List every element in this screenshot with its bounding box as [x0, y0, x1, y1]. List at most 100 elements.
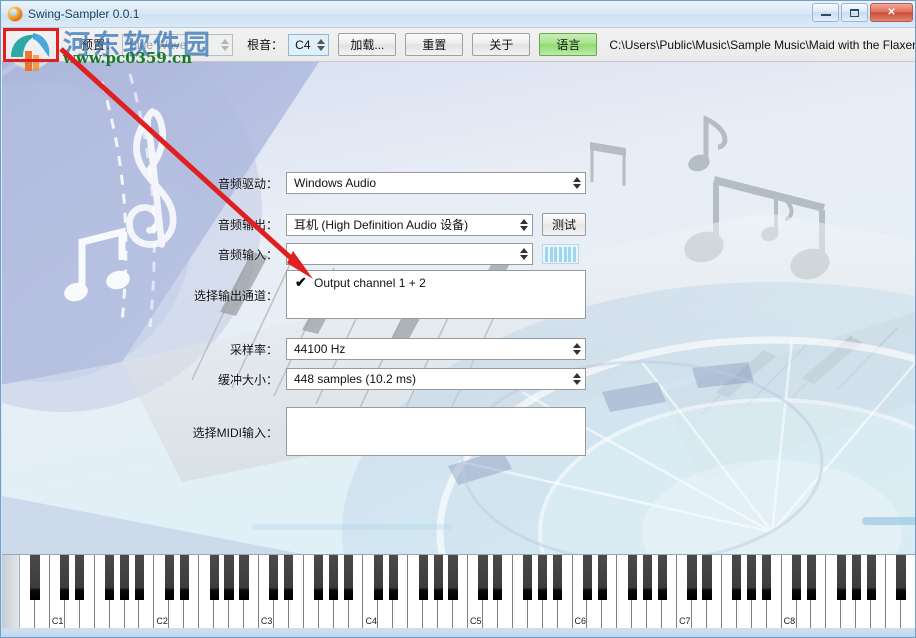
piano-keyboard[interactable]: C1 C2 C3 C4 C5 C6 C7 C8 — [2, 554, 915, 628]
midi-input-value — [287, 408, 585, 413]
maximize-button[interactable] — [841, 3, 868, 22]
piano-black-key[interactable] — [433, 555, 443, 600]
piano-black-key[interactable] — [478, 555, 488, 600]
piano-black-key[interactable] — [702, 555, 712, 600]
piano-black-key[interactable] — [552, 555, 563, 600]
root-note-select[interactable]: C4 — [288, 33, 330, 56]
piano-black-key[interactable] — [597, 555, 608, 600]
checkbox-checked-icon[interactable] — [295, 274, 308, 291]
piano-black-key[interactable] — [747, 555, 757, 600]
preset-select[interactable]: Sine Wave — [122, 33, 234, 56]
piano-black-key[interactable] — [60, 555, 70, 600]
loaded-file-path: C:\Users\Public\Music\Sample Music\Maid … — [609, 37, 916, 52]
audio-driver-spinner-icon[interactable] — [573, 177, 581, 189]
piano-black-key[interactable] — [418, 555, 428, 600]
piano-black-key[interactable] — [806, 555, 817, 600]
piano-black-key[interactable] — [119, 555, 130, 600]
piano-octave-label: C4 — [365, 616, 377, 626]
midi-input-label: 选择MIDI输入： — [192, 426, 278, 440]
piano-black-key[interactable] — [373, 555, 384, 600]
output-channel-item-label: Output channel 1 + 2 — [314, 276, 426, 290]
input-level-meter — [542, 244, 579, 264]
window-controls: ✕ — [812, 3, 913, 22]
audio-driver-row: 音频驱动： Windows Audio — [178, 172, 586, 194]
piano-black-key[interactable] — [448, 555, 458, 600]
midi-input-row: 选择MIDI输入： — [178, 407, 586, 456]
piano-black-key[interactable] — [134, 555, 145, 600]
audio-input-row: 音频输入： — [178, 243, 579, 265]
audio-settings-form: 音频驱动： Windows Audio 音频输出： 耳机 (High Defin… — [2, 62, 915, 554]
audio-output-value: 耳机 (High Definition Audio 设备) — [294, 218, 469, 232]
audio-driver-value: Windows Audio — [294, 176, 377, 190]
title-bar: Swing-Sampler 0.0.1 ✕ — [1, 1, 915, 28]
output-channel-listbox[interactable]: Output channel 1 + 2 — [286, 270, 586, 319]
load-button[interactable]: 加载... — [338, 33, 397, 56]
audio-output-select[interactable]: 耳机 (High Definition Audio 设备) — [286, 213, 533, 236]
piano-black-key[interactable] — [239, 555, 249, 600]
midi-input-listbox[interactable] — [286, 407, 586, 456]
about-button[interactable]: 关于 — [472, 33, 531, 56]
piano-octave-label: C2 — [156, 616, 168, 626]
root-note-spinner-icon[interactable] — [316, 38, 325, 52]
output-channel-row: 选择输出通道： Output channel 1 + 2 — [178, 270, 586, 319]
piano-black-key[interactable] — [791, 555, 802, 600]
piano-black-key[interactable] — [896, 555, 906, 600]
piano-black-key[interactable] — [209, 555, 219, 600]
piano-black-key[interactable] — [642, 555, 652, 600]
piano-black-key[interactable] — [762, 555, 772, 600]
piano-black-key[interactable] — [104, 555, 115, 600]
audio-input-select[interactable] — [286, 243, 533, 265]
status-strip — [2, 628, 915, 637]
reset-button[interactable]: 重置 — [405, 33, 464, 56]
application-window: Swing-Sampler 0.0.1 ✕ 预置： Sine Wave 根音： … — [0, 0, 916, 638]
piano-black-key[interactable] — [851, 555, 861, 600]
sample-rate-spinner-icon[interactable] — [573, 343, 581, 355]
piano-black-key[interactable] — [582, 555, 593, 600]
toolbar: 预置： Sine Wave 根音： C4 加载... 重置 关于 语言 C:\U… — [1, 28, 916, 62]
piano-black-key[interactable] — [866, 555, 876, 600]
piano-black-key[interactable] — [388, 555, 398, 600]
piano-octave-label: C3 — [260, 616, 273, 626]
audio-input-spinner-icon[interactable] — [520, 248, 528, 260]
piano-black-key[interactable] — [224, 555, 234, 600]
piano-black-key[interactable] — [269, 555, 279, 600]
buffer-size-label: 缓冲大小： — [217, 372, 278, 387]
root-note-label: 根音： — [247, 38, 284, 52]
piano-black-key[interactable] — [30, 555, 40, 600]
piano-black-key[interactable] — [314, 555, 324, 600]
buffer-size-value: 448 samples (10.2 ms) — [294, 372, 417, 386]
close-button[interactable]: ✕ — [870, 3, 913, 22]
audio-driver-select[interactable]: Windows Audio — [286, 172, 586, 194]
piano-black-key[interactable] — [75, 555, 85, 600]
piano-black-key[interactable] — [493, 555, 503, 600]
piano-black-key[interactable] — [538, 555, 548, 600]
preset-spinner-icon[interactable] — [220, 38, 229, 52]
piano-octave-label: C5 — [470, 616, 482, 626]
piano-black-key[interactable] — [179, 555, 189, 600]
minimize-button[interactable] — [812, 3, 839, 22]
piano-black-key[interactable] — [657, 555, 667, 600]
buffer-size-spinner-icon[interactable] — [573, 373, 581, 385]
output-channel-item[interactable]: Output channel 1 + 2 — [287, 271, 585, 291]
sample-rate-select[interactable]: 44100 Hz — [286, 338, 586, 360]
piano-black-key[interactable] — [687, 555, 697, 600]
piano-black-key[interactable] — [627, 555, 637, 600]
audio-output-spinner-icon[interactable] — [520, 218, 528, 231]
piano-octave-label: C7 — [679, 616, 691, 626]
app-icon — [7, 6, 23, 22]
test-button[interactable]: 测试 — [542, 213, 586, 236]
piano-black-key[interactable] — [523, 555, 533, 600]
buffer-size-row: 缓冲大小： 448 samples (10.2 ms) — [178, 368, 586, 390]
buffer-size-select[interactable]: 448 samples (10.2 ms) — [286, 368, 586, 390]
minimize-icon — [820, 13, 831, 16]
language-button[interactable]: 语言 — [539, 33, 598, 56]
piano-black-key[interactable] — [343, 555, 354, 600]
piano-black-key[interactable] — [328, 555, 339, 600]
piano-octave-label: C8 — [783, 616, 796, 626]
audio-output-label: 音频输出： — [217, 218, 278, 232]
piano-black-key[interactable] — [732, 555, 742, 600]
preset-value: Sine Wave — [129, 37, 187, 52]
piano-black-key[interactable] — [284, 555, 294, 600]
piano-black-key[interactable] — [836, 555, 846, 600]
piano-black-key[interactable] — [164, 555, 174, 600]
